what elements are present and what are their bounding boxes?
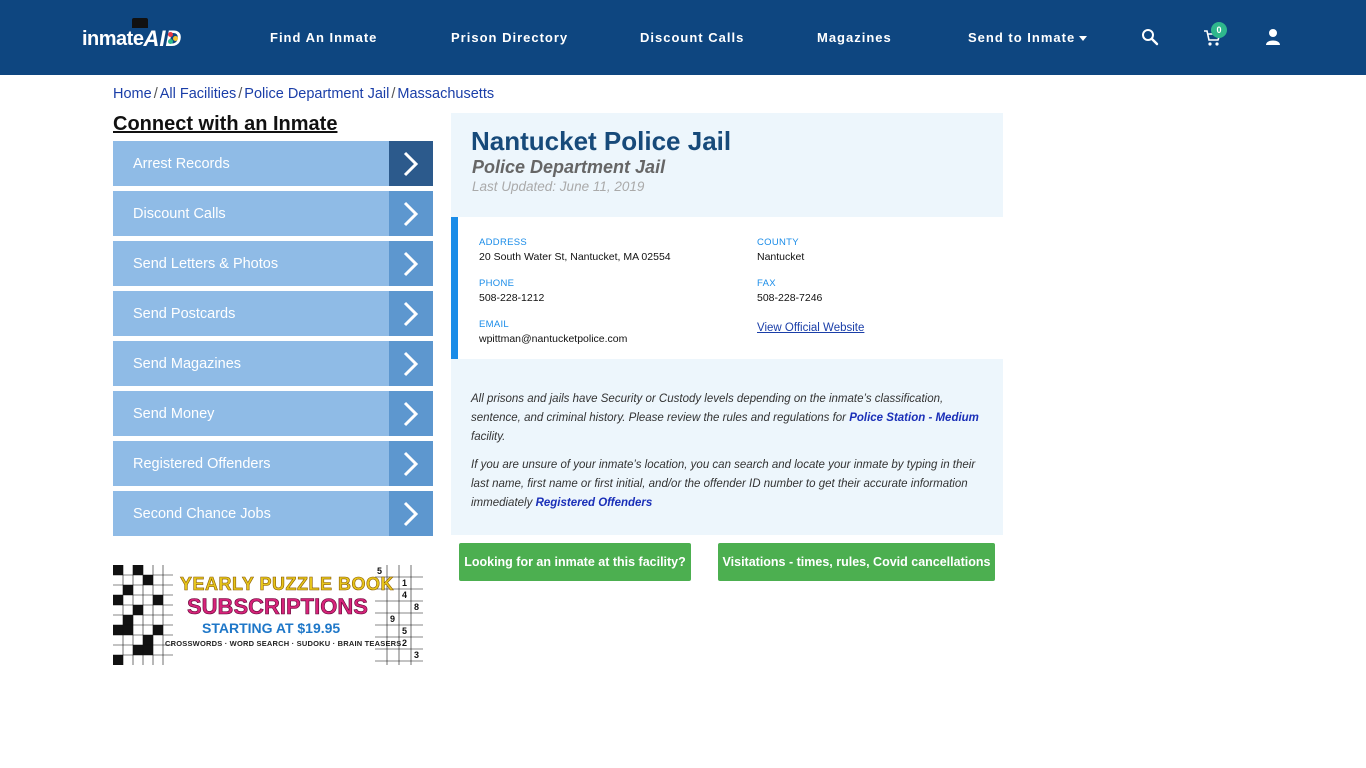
ad-price: STARTING AT $19.95 xyxy=(202,620,341,636)
security-levels-paragraph: All prisons and jails have Security or C… xyxy=(471,390,981,447)
phone-value: 508-228-1212 xyxy=(479,292,545,304)
sudoku-digit: 5 xyxy=(402,626,407,636)
sidebar-item-send-postcards[interactable]: Send Postcards xyxy=(113,291,433,336)
cart-count-badge: 0 xyxy=(1211,22,1227,38)
facility-type: Police Department Jail xyxy=(472,157,666,177)
sudoku-digit: 8 xyxy=(414,602,419,612)
sudoku-digit: 9 xyxy=(390,614,395,624)
last-updated: Last Updated: June 11, 2019 xyxy=(472,179,645,194)
fax-label: FAX xyxy=(757,278,776,289)
address-label: ADDRESS xyxy=(479,237,528,248)
county-value: Nantucket xyxy=(757,251,805,263)
sidebar-item-send-letters-photos[interactable]: Send Letters & Photos xyxy=(113,241,433,286)
logo-dots-icon xyxy=(168,32,178,44)
ad-tagline: CROSSWORDS · WORD SEARCH · SUDOKU · BRAI… xyxy=(165,639,402,648)
breadcrumb-home[interactable]: Home xyxy=(113,86,152,102)
sidebar-item-label: Send Postcards xyxy=(133,305,236,322)
sudoku-digit: 1 xyxy=(402,578,407,588)
looking-for-inmate-button[interactable]: Looking for an inmate at this facility? xyxy=(459,543,691,581)
sidebar-item-arrest-records[interactable]: Arrest Records xyxy=(113,141,433,186)
sidebar-item-label: Registered Offenders xyxy=(133,455,271,472)
ad-headline: YEARLY PUZZLE BOOK xyxy=(180,574,395,595)
sidebar-item-discount-calls[interactable]: Discount Calls xyxy=(113,191,433,236)
registered-offenders-link[interactable]: Registered Offenders xyxy=(536,497,653,509)
logo-hat-icon xyxy=(132,18,148,28)
sudoku-digit: 3 xyxy=(414,650,419,660)
nav-send-to-inmate[interactable]: Send to Inmate xyxy=(968,30,1088,45)
crossword-grid-graphic xyxy=(113,565,173,665)
sidebar-item-label: Discount Calls xyxy=(133,205,226,222)
sidebar-item-send-magazines[interactable]: Send Magazines xyxy=(113,341,433,386)
ad-subheadline: SUBSCRIPTIONS xyxy=(187,594,369,620)
nav-prison-directory[interactable]: Prison Directory xyxy=(451,30,568,45)
logo-text: inmate xyxy=(82,27,144,50)
email-label: EMAIL xyxy=(479,319,510,330)
official-website-link[interactable]: View Official Website xyxy=(757,322,864,334)
nav-send-to-inmate-label: Send to Inmate xyxy=(968,30,1076,45)
breadcrumb-all-facilities[interactable]: All Facilities xyxy=(160,86,237,102)
sidebar-item-second-chance-jobs[interactable]: Second Chance Jobs xyxy=(113,491,433,536)
chevron-right-icon xyxy=(389,441,433,486)
sidebar-item-label: Send Magazines xyxy=(133,355,242,372)
sidebar-item-registered-offenders[interactable]: Registered Offenders xyxy=(113,441,433,486)
nav-find-an-inmate[interactable]: Find An Inmate xyxy=(270,30,377,45)
sudoku-digit: 2 xyxy=(402,638,407,648)
search-icon[interactable] xyxy=(1141,28,1159,46)
user-icon[interactable] xyxy=(1264,28,1282,46)
nav-magazines[interactable]: Magazines xyxy=(817,30,892,45)
chevron-right-icon xyxy=(389,291,433,336)
county-label: COUNTY xyxy=(757,237,799,248)
breadcrumb-police-department-jail[interactable]: Police Department Jail xyxy=(244,86,389,102)
facility-name: Nantucket Police Jail xyxy=(471,126,732,156)
caret-down-icon xyxy=(1079,36,1088,42)
chevron-right-icon xyxy=(389,391,433,436)
sidebar-item-label: Second Chance Jobs xyxy=(133,505,271,522)
fax-value: 508-228-7246 xyxy=(757,292,823,304)
sidebar-item-label: Send Letters & Photos xyxy=(133,255,279,272)
chevron-right-icon xyxy=(389,491,433,536)
top-navbar: inmate AID Find An Inmate Prison Director… xyxy=(0,0,1366,75)
visitations-button[interactable]: Visitations - times, rules, Covid cancel… xyxy=(718,543,995,581)
chevron-right-icon xyxy=(389,191,433,236)
breadcrumb: Home / All Facilities / Police Department Ja… xyxy=(113,86,494,102)
breadcrumb-separator: / xyxy=(153,86,158,102)
chevron-right-icon xyxy=(389,241,433,286)
phone-label: PHONE xyxy=(479,278,515,289)
police-station-medium-link[interactable]: Police Station - Medium xyxy=(849,412,979,424)
sidebar-item-label: Arrest Records xyxy=(133,155,230,172)
locate-inmate-paragraph: If you are unsure of your inmate’s locat… xyxy=(471,456,981,513)
chevron-right-icon xyxy=(389,141,433,186)
logo[interactable]: inmate AID xyxy=(82,18,181,54)
sidebar-item-send-money[interactable]: Send Money xyxy=(113,391,433,436)
official-website-link-wrap: View Official Website xyxy=(757,322,864,334)
breadcrumb-massachusetts[interactable]: Massachusetts xyxy=(397,86,494,102)
puzzle-book-ad-banner[interactable]: 5 1 4 8 9 5 2 3 YEARLY PUZZLE BOOK SUBSC… xyxy=(113,565,423,665)
sudoku-digit: 4 xyxy=(402,590,407,600)
sidebar-item-label: Send Money xyxy=(133,405,215,422)
chevron-right-icon xyxy=(389,341,433,386)
security-levels-suffix: facility. xyxy=(471,431,506,443)
email-value: wpittman@nantucketpolice.com xyxy=(479,333,628,345)
address-value: 20 South Water St, Nantucket, MA 02554 xyxy=(479,251,671,263)
nav-discount-calls[interactable]: Discount Calls xyxy=(640,30,744,45)
sidebar-title: Connect with an Inmate xyxy=(113,113,338,135)
